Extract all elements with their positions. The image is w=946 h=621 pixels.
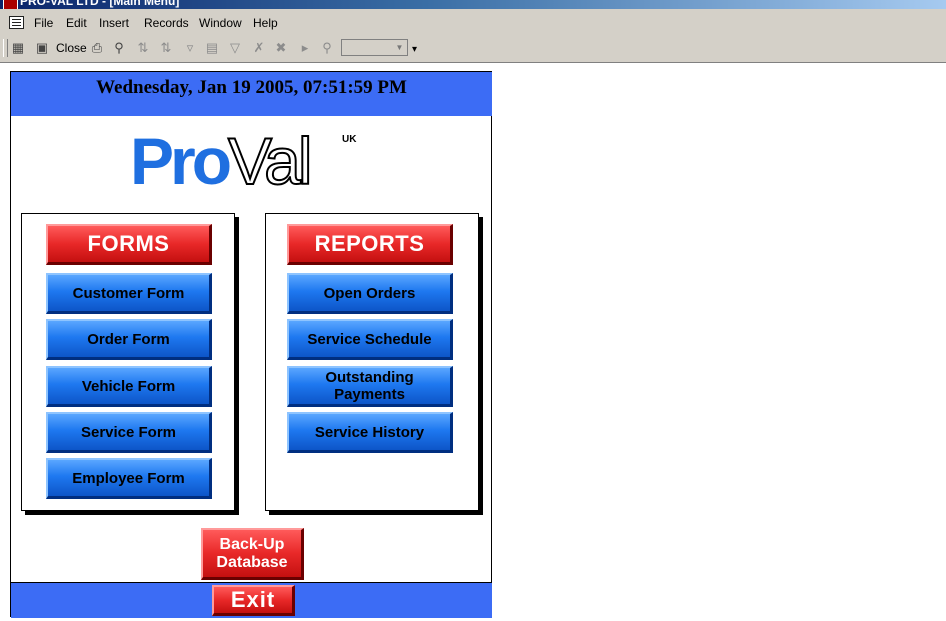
menu-insert[interactable]: Insert bbox=[99, 16, 129, 30]
window-title: PRO-VAL LTD - [Main Menu] bbox=[20, 0, 180, 8]
date-header: Wednesday, Jan 19 2005, 07:51:59 PM bbox=[11, 72, 492, 116]
menu-edit[interactable]: Edit bbox=[66, 16, 87, 30]
delete-record-icon[interactable]: ✖ bbox=[273, 40, 289, 56]
menu-records[interactable]: Records bbox=[144, 16, 189, 30]
outstanding-payments-button[interactable]: Outstanding Payments bbox=[287, 366, 453, 407]
logo-pro: Pro bbox=[130, 124, 232, 198]
title-bar: PRO-VAL LTD - [Main Menu] bbox=[0, 0, 946, 9]
datetime-display: Wednesday, Jan 19 2005, 07:51:59 PM bbox=[96, 77, 407, 98]
new-record-icon[interactable]: ▸ bbox=[297, 40, 313, 56]
customer-form-button[interactable]: Customer Form bbox=[46, 273, 212, 314]
logo-val: Val bbox=[227, 124, 313, 198]
toolbar-grip[interactable] bbox=[3, 39, 8, 57]
service-form-button[interactable]: Service Form bbox=[46, 412, 212, 453]
toolbar-options-icon[interactable]: ▾ bbox=[412, 43, 417, 57]
print-preview-icon[interactable]: ⚲ bbox=[111, 40, 127, 56]
view-icon[interactable]: ▦ bbox=[10, 40, 26, 56]
close-button[interactable]: Close bbox=[56, 41, 87, 55]
exit-button[interactable]: Exit bbox=[212, 585, 295, 616]
sort-descending-icon[interactable]: ⇅ bbox=[158, 40, 174, 56]
toolbar-combo[interactable]: ▼ bbox=[341, 39, 408, 56]
app-icon[interactable] bbox=[3, 0, 18, 9]
menu-bar: File Edit Insert Records Window Help bbox=[0, 9, 946, 35]
proval-logo: ProVal UK bbox=[130, 127, 356, 195]
employee-form-button[interactable]: Employee Form bbox=[46, 458, 212, 499]
reports-header: REPORTS bbox=[287, 224, 453, 265]
menu-help[interactable]: Help bbox=[253, 16, 278, 30]
form-control-menu-icon[interactable] bbox=[9, 16, 24, 29]
remove-filter-icon[interactable]: ✗ bbox=[251, 40, 267, 56]
menu-file[interactable]: File bbox=[34, 16, 53, 30]
toolbar: ▦ ▣ Close ⎙ ⚲ ⇅ ⇅ ▿ ▤ ▽ ✗ ✖ ▸ ⚲ ▼ ▾ bbox=[0, 35, 946, 63]
menu-window[interactable]: Window bbox=[199, 16, 242, 30]
find-icon[interactable]: ⚲ bbox=[319, 40, 335, 56]
service-schedule-button[interactable]: Service Schedule bbox=[287, 319, 453, 360]
sort-ascending-icon[interactable]: ⇅ bbox=[135, 40, 151, 56]
backup-database-button[interactable]: Back-Up Database bbox=[201, 528, 304, 580]
logo-uk: UK bbox=[342, 134, 357, 145]
filter-by-form-icon[interactable]: ▤ bbox=[204, 40, 220, 56]
open-orders-button[interactable]: Open Orders bbox=[287, 273, 453, 314]
apply-filter-icon[interactable]: ▽ bbox=[227, 40, 243, 56]
forms-header: FORMS bbox=[46, 224, 212, 265]
service-history-button[interactable]: Service History bbox=[287, 412, 453, 453]
save-icon[interactable]: ▣ bbox=[34, 40, 50, 56]
vehicle-form-button[interactable]: Vehicle Form bbox=[46, 366, 212, 407]
chevron-down-icon[interactable]: ▼ bbox=[393, 41, 406, 54]
print-icon[interactable]: ⎙ bbox=[89, 40, 105, 56]
filter-by-selection-icon[interactable]: ▿ bbox=[182, 40, 198, 56]
order-form-button[interactable]: Order Form bbox=[46, 319, 212, 360]
